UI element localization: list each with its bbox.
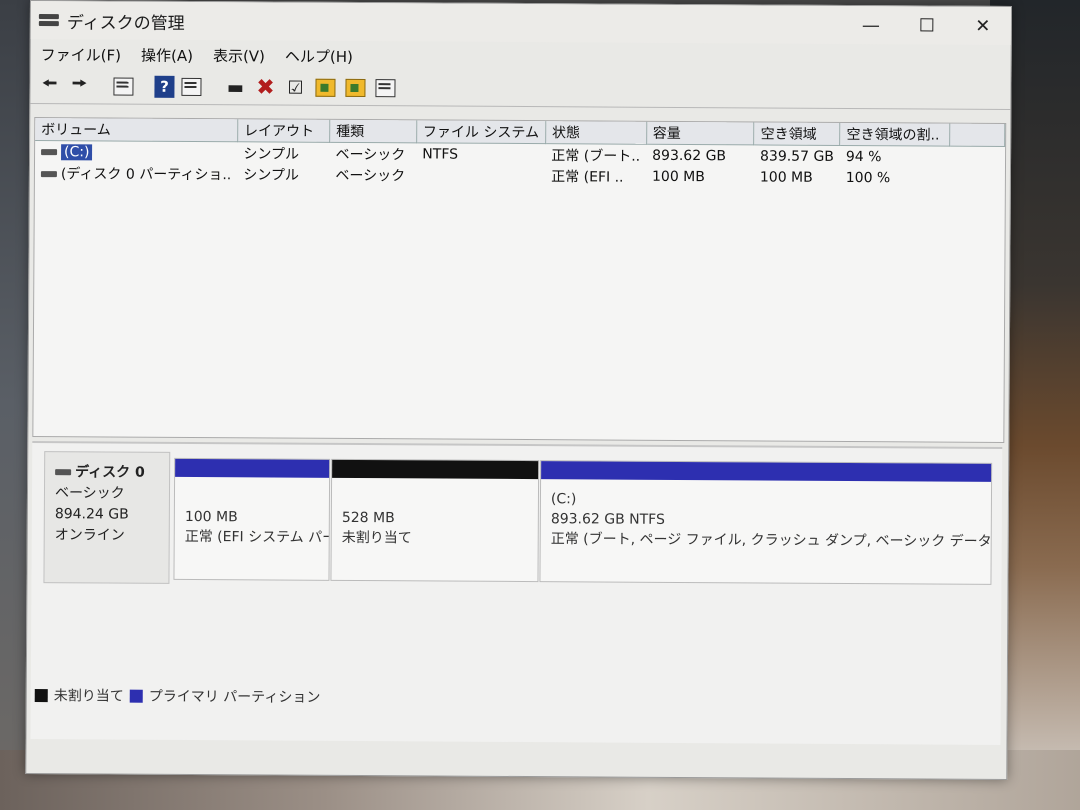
partition-c-drive[interactable]: (C:) 893.62 GB NTFS 正常 (ブート, ページ ファイル, ク…	[539, 460, 993, 585]
drive-icon	[40, 170, 57, 177]
drive-icon	[41, 148, 58, 155]
menu-action[interactable]: 操作(A)	[141, 42, 193, 67]
list-icon[interactable]	[372, 75, 398, 101]
toolbar-separator	[96, 73, 106, 99]
properties-icon[interactable]	[110, 73, 136, 99]
free-space-cell: 839.57 GB	[759, 147, 834, 165]
disk-graphical-view: ディスク 0 ベーシック 894.24 GB オンライン 100 MB 正常 (…	[30, 441, 1003, 745]
partition-status: 正常 (ブート, ページ ファイル, クラッシュ ダンプ, ベーシック データ …	[550, 531, 992, 550]
delete-icon[interactable]: ✖	[252, 74, 278, 100]
disk-type: ベーシック	[54, 485, 125, 502]
disk-management-window: ディスクの管理 — ☐ ✕ ファイル(F) 操作(A) 表示(V) ヘルプ(H)…	[25, 0, 1012, 780]
disk-management-icon	[38, 11, 59, 29]
check-icon[interactable]: ☑	[282, 75, 308, 101]
status-cell: 正常 (EFI ..	[551, 168, 624, 186]
partition-title: (C:)	[550, 491, 577, 508]
partition-status: 正常 (EFI システム パー	[184, 528, 330, 546]
legend-swatch-unallocated	[34, 688, 48, 702]
toolbar: 🠘 🠚 ? ▬ ✖ ☑	[30, 69, 1011, 110]
disk-icon	[55, 469, 72, 476]
column-header-filesystem[interactable]: ファイル システム	[416, 120, 546, 144]
free-percent-cell: 94 %	[845, 148, 882, 165]
filesystem-cell	[416, 164, 545, 186]
window-title: ディスクの管理	[66, 12, 185, 34]
disk-name: ディスク 0	[75, 464, 145, 481]
volume-cell[interactable]: (C:)	[35, 141, 237, 164]
partition-efi[interactable]: 100 MB 正常 (EFI システム パー	[173, 457, 331, 581]
partition-status: 未割り当て	[341, 529, 412, 547]
partition-color-bar	[175, 458, 330, 478]
menu-help[interactable]: ヘルプ(H)	[285, 43, 353, 68]
column-header-type[interactable]: 種類	[329, 119, 417, 143]
column-header-volume[interactable]: ボリューム	[35, 118, 238, 142]
volume-name: (ディスク 0 パーティショ..	[60, 165, 232, 183]
column-header-layout[interactable]: レイアウト	[237, 119, 330, 143]
search-icon[interactable]	[342, 75, 368, 101]
volume-list: ボリューム レイアウト 種類 ファイル システム 状態 容量 空き領域 空き領域…	[32, 117, 1007, 443]
partition-color-bar	[332, 459, 539, 480]
capacity-cell: 100 MB	[651, 168, 705, 185]
status-cell: 正常 (ブート..	[551, 147, 641, 165]
column-header-free-space[interactable]: 空き領域	[754, 122, 841, 146]
filesystem-cell: NTFS	[422, 145, 459, 163]
minimize-button[interactable]: —	[843, 6, 899, 44]
disk-status: オンライン	[54, 527, 125, 544]
free-percent-cell: 100 %	[845, 169, 891, 186]
back-icon[interactable]: 🠘	[36, 73, 62, 99]
partition-size: 528 MB	[341, 509, 395, 527]
column-header-empty	[949, 123, 1005, 147]
disk-name-row: ディスク 0	[55, 462, 169, 484]
volume-cell[interactable]: (ディスク 0 パーティショ..	[35, 162, 237, 184]
type-cell: ベーシック	[335, 146, 406, 163]
partition-size: 893.62 GB NTFS	[550, 511, 665, 528]
column-header-capacity[interactable]: 容量	[646, 121, 755, 145]
maximize-button[interactable]: ☐	[899, 6, 955, 44]
view-icon[interactable]	[178, 74, 204, 100]
close-button[interactable]: ✕	[955, 7, 1011, 45]
volume-name: (C:)	[61, 143, 93, 160]
toolbar-separator	[208, 74, 218, 100]
title-bar: ディスクの管理 — ☐ ✕	[30, 1, 1011, 45]
help-icon[interactable]: ?	[154, 75, 175, 98]
column-header-free-percent[interactable]: 空き領域の割..	[839, 122, 950, 147]
forward-icon[interactable]: 🠚	[66, 73, 92, 99]
free-space-cell: 100 MB	[759, 168, 813, 186]
type-cell: ベーシック	[335, 167, 406, 184]
window-controls: — ☐ ✕	[843, 6, 1011, 45]
menu-file[interactable]: ファイル(F)	[41, 42, 121, 67]
legend-label-unallocated: 未割り当て	[53, 688, 124, 705]
import-icon[interactable]	[312, 75, 338, 101]
legend-label-primary: プライマリ パーティション	[148, 688, 321, 706]
capacity-cell: 893.62 GB	[652, 147, 727, 164]
volume-table: ボリューム レイアウト 種類 ファイル システム 状態 容量 空き領域 空き領域…	[35, 118, 1005, 189]
legend: 未割り当て プライマリ パーティション	[34, 685, 321, 707]
layout-cell: シンプル	[243, 145, 300, 163]
column-header-status[interactable]: 状態	[545, 121, 647, 145]
toolbar-separator	[140, 74, 150, 100]
partition-size: 100 MB	[184, 508, 238, 526]
menu-view[interactable]: 表示(V)	[213, 43, 265, 68]
disk-size: 894.24 GB	[54, 506, 129, 523]
partition-unallocated[interactable]: 528 MB 未割り当て	[330, 458, 540, 583]
connect-icon[interactable]: ▬	[222, 74, 248, 100]
layout-cell: シンプル	[243, 166, 299, 184]
disk-info[interactable]: ディスク 0 ベーシック 894.24 GB オンライン	[43, 451, 171, 584]
legend-swatch-primary	[129, 689, 143, 703]
